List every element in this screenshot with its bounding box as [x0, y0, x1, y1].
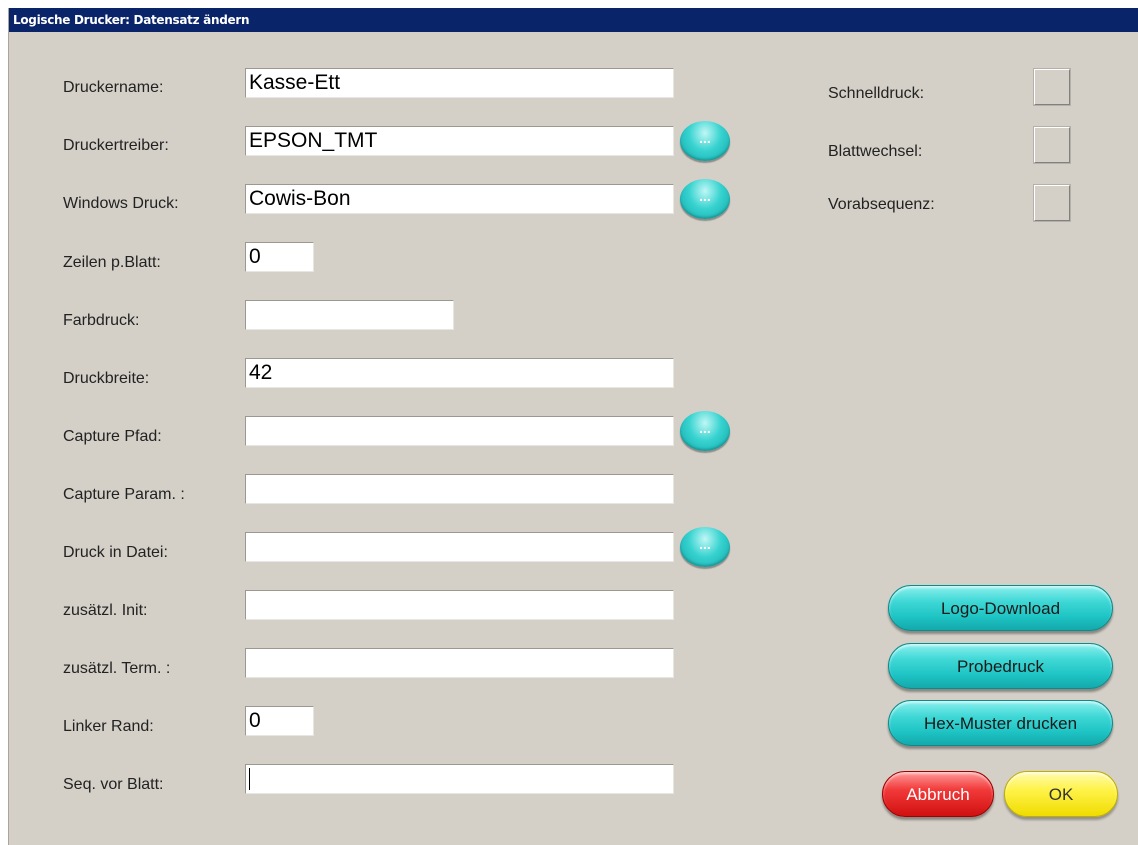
druckertreiber-input[interactable]: EPSON_TMT — [245, 126, 674, 156]
zusaetzl-init-label: zusätzl. Init: — [63, 602, 148, 619]
logo-download-button[interactable]: Logo-Download — [888, 585, 1113, 631]
text-cursor — [249, 768, 250, 791]
probedruck-button[interactable]: Probedruck — [888, 643, 1113, 689]
vorabsequenz-label: Vorabsequenz: — [828, 196, 935, 213]
druckbreite-input[interactable]: 42 — [245, 358, 674, 388]
capture-pfad-label: Capture Pfad: — [63, 428, 162, 445]
blattwechsel-label: Blattwechsel: — [828, 143, 923, 160]
dialog-window: Logische Drucker: Datensatz ändern Druck… — [8, 8, 1138, 845]
zeilen-label: Zeilen p.Blatt: — [63, 254, 161, 271]
druckertreiber-browse-button[interactable]: ... — [680, 121, 730, 161]
druck-in-datei-browse-button[interactable]: ... — [680, 527, 730, 567]
title-bar: Logische Drucker: Datensatz ändern — [9, 8, 1138, 32]
schnelldruck-label: Schnelldruck: — [828, 85, 925, 102]
druckertreiber-label: Druckertreiber: — [63, 137, 169, 154]
druckbreite-label: Druckbreite: — [63, 370, 150, 387]
farbdruck-label: Farbdruck: — [63, 312, 140, 329]
linker-rand-input[interactable]: 0 — [245, 706, 314, 736]
blattwechsel-checkbox[interactable] — [1033, 126, 1071, 164]
druckername-label: Druckername: — [63, 79, 164, 96]
vorabsequenz-checkbox[interactable] — [1033, 184, 1071, 222]
capture-pfad-input[interactable] — [245, 416, 674, 446]
ok-button[interactable]: OK — [1004, 771, 1118, 817]
seq-vor-blatt-label: Seq. vor Blatt: — [63, 776, 164, 793]
seq-vor-blatt-input[interactable] — [245, 764, 674, 794]
druck-in-datei-label: Druck in Datei: — [63, 544, 168, 561]
capture-param-label: Capture Param. : — [63, 486, 185, 503]
zusaetzl-term-input[interactable] — [245, 648, 674, 678]
windows-druck-browse-button[interactable]: ... — [680, 179, 730, 219]
zusaetzl-init-input[interactable] — [245, 590, 674, 620]
druck-in-datei-input[interactable] — [245, 532, 674, 562]
windows-druck-input[interactable]: Cowis-Bon — [245, 184, 674, 214]
capture-param-input[interactable] — [245, 474, 674, 504]
hex-muster-button[interactable]: Hex-Muster drucken — [888, 700, 1113, 746]
window-title: Logische Drucker: Datensatz ändern — [13, 13, 250, 27]
zeilen-input[interactable]: 0 — [245, 242, 314, 272]
capture-pfad-browse-button[interactable]: ... — [680, 411, 730, 451]
linker-rand-label: Linker Rand: — [63, 718, 154, 735]
windows-druck-label: Windows Druck: — [63, 195, 179, 212]
abbruch-button[interactable]: Abbruch — [882, 771, 994, 817]
druckername-input[interactable]: Kasse-Ett — [245, 68, 674, 98]
farbdruck-input[interactable] — [245, 300, 454, 330]
zusaetzl-term-label: zusätzl. Term. : — [63, 660, 171, 677]
schnelldruck-checkbox[interactable] — [1033, 68, 1071, 106]
